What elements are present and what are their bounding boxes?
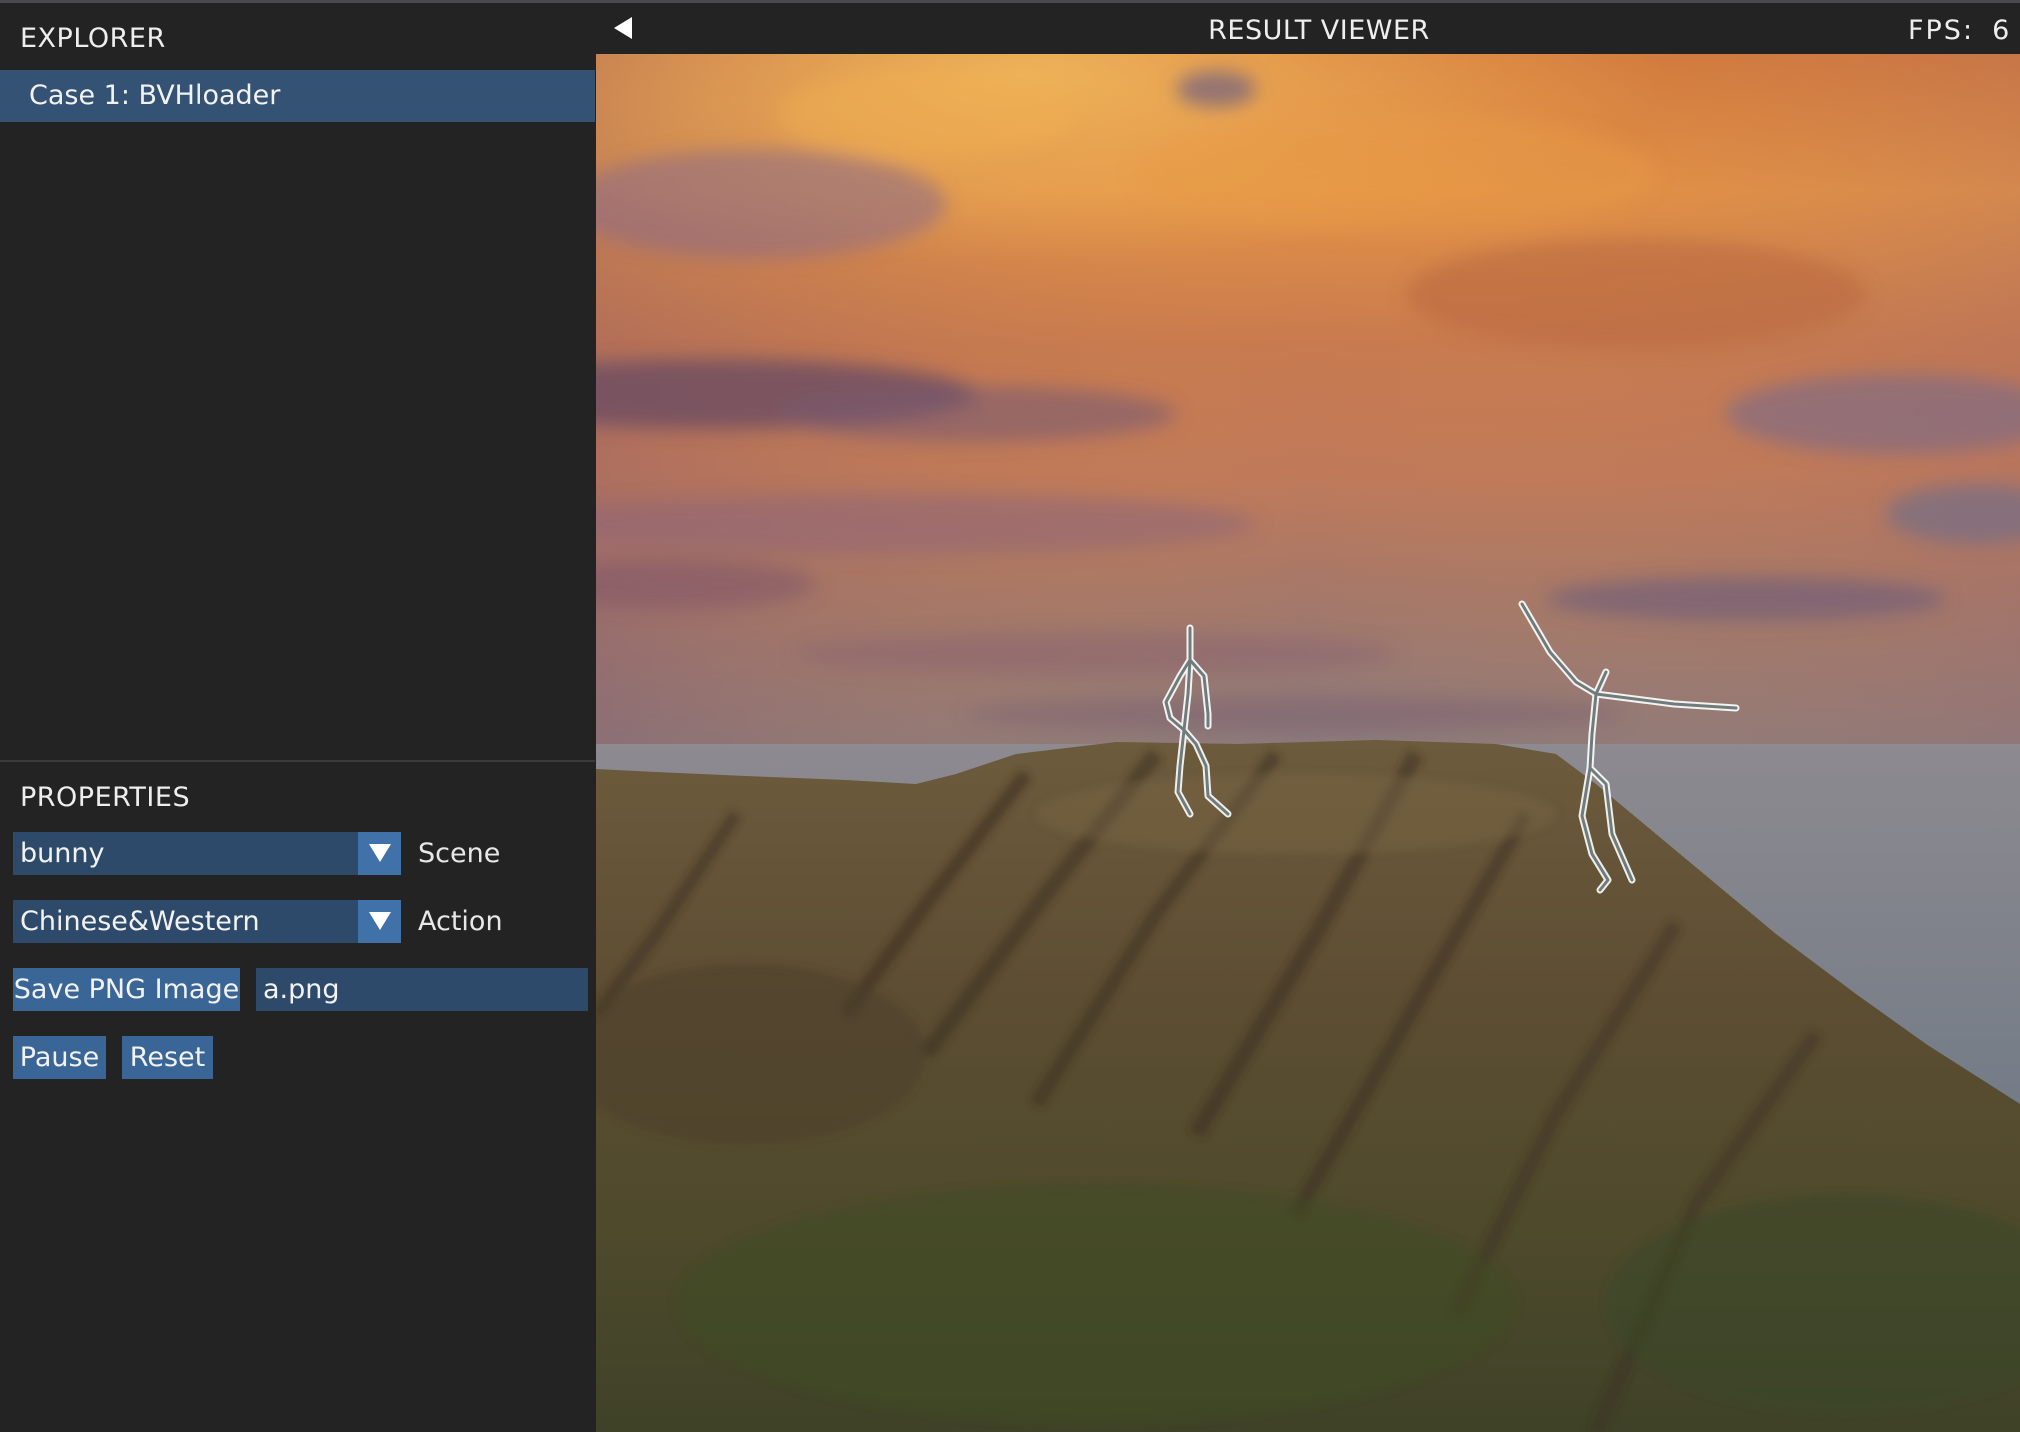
- dropdown-arrow-icon[interactable]: [358, 832, 401, 875]
- filename-input[interactable]: [256, 968, 588, 1011]
- pause-button[interactable]: Pause: [13, 1036, 106, 1079]
- fps-value: 6: [1992, 15, 2012, 46]
- reset-button[interactable]: Reset: [122, 1036, 213, 1079]
- fps-label: FPS:: [1908, 15, 1975, 46]
- explorer-item-case-1[interactable]: Case 1: BVHloader: [0, 70, 595, 122]
- 3d-viewport[interactable]: [596, 54, 2020, 1432]
- action-dropdown[interactable]: Chinese&Western: [13, 900, 401, 943]
- panel-divider[interactable]: [0, 760, 595, 762]
- save-png-button[interactable]: Save PNG Image: [13, 968, 240, 1011]
- left-panel: EXPLORER Case 1: BVHloader PROPERTIES bu…: [0, 3, 595, 1432]
- action-label: Action: [418, 906, 503, 937]
- dropdown-arrow-icon[interactable]: [358, 900, 401, 943]
- fps-readout: FPS: 6: [1908, 15, 2011, 46]
- viewer-header: RESULT VIEWER FPS: 6: [596, 3, 2020, 54]
- scene-dropdown-value: bunny: [20, 838, 105, 869]
- scene-label: Scene: [418, 838, 501, 869]
- scene-dropdown[interactable]: bunny: [13, 832, 401, 875]
- action-dropdown-value: Chinese&Western: [20, 906, 260, 937]
- properties-title: PROPERTIES: [20, 782, 191, 813]
- explorer-title: EXPLORER: [20, 23, 166, 54]
- viewer-title: RESULT VIEWER: [1208, 15, 1430, 46]
